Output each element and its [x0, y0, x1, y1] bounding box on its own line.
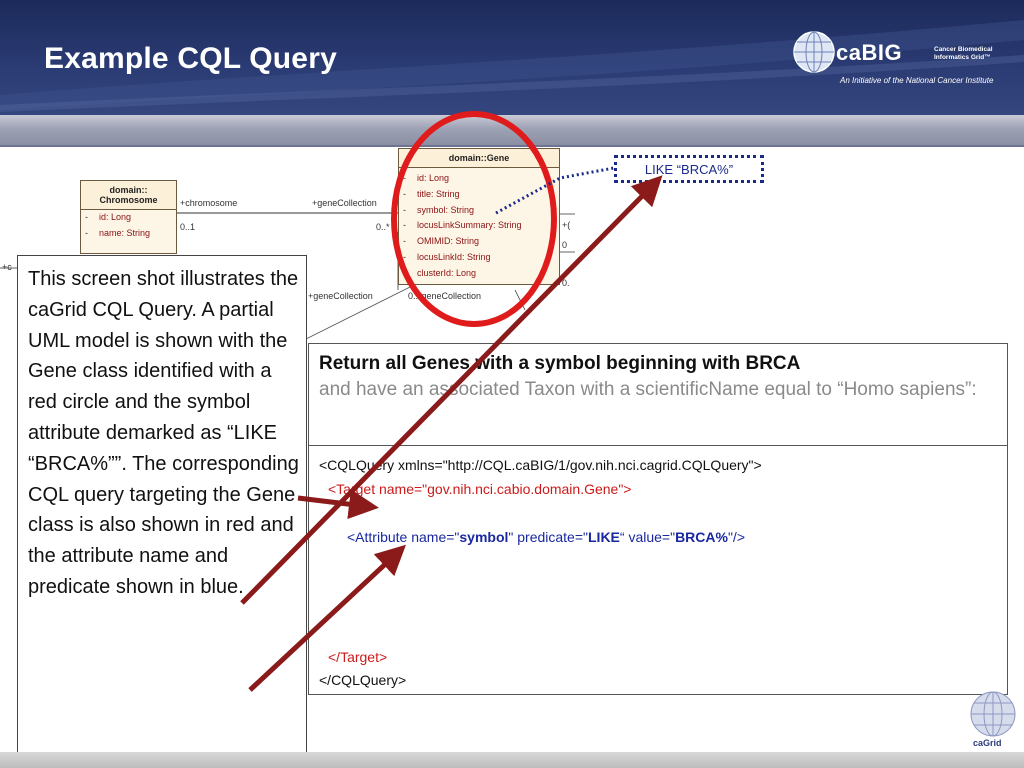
uml-attribute-text: title: String	[417, 188, 460, 199]
cql-query-panel: Return all Genes with a symbol beginning…	[308, 343, 1008, 695]
uml-class-gene: domain::Gene - id: Long - title: String -s…	[398, 148, 560, 285]
uml-class-chromosome: domain:: Chromosome - id: Long - name: Str…	[80, 180, 177, 254]
slide-footer	[0, 752, 1024, 768]
query-heading-bold: Return all Genes with a symbol beginning…	[319, 353, 801, 374]
cql-attribute-end: "/>	[727, 529, 745, 545]
uml-attribute-text: clusterId: Long	[417, 267, 477, 278]
uml-role-cut-right: +(	[562, 220, 571, 230]
uml-chromosome-attribute: - id: Long	[85, 212, 132, 222]
uml-gene-attribute: - id: Long	[403, 173, 450, 183]
uml-role-gene-collection-bottom: 0..*geneCollection	[408, 291, 482, 301]
uml-attribute-text: id: Long	[99, 212, 132, 222]
cql-attribute-value: BRCA%	[675, 529, 728, 545]
uml-gene-attribute: - title: String	[403, 188, 460, 199]
uml-multiplicity: 0..1	[180, 222, 196, 232]
cagrid-globe-icon	[970, 691, 1016, 737]
uml-attribute-text: symbol: String	[417, 204, 475, 215]
uml-chromosome-header-line2: Chromosome	[99, 195, 158, 205]
cabig-tagline-line2: Informatics Grid™	[934, 54, 991, 61]
uml-multiplicity-cut: 0	[562, 240, 568, 250]
uml-role-gene-collection: +geneCollection	[312, 198, 377, 208]
cabig-tagline: Cancer Biomedical Informatics Grid™	[934, 46, 1004, 62]
uml-gene-attribute-symbol: - symbol: String	[403, 204, 475, 215]
cql-target-close-tag: </Target>	[328, 649, 388, 665]
header-band	[0, 115, 1024, 145]
uml-role-cut-left: +c	[2, 262, 12, 272]
cql-attribute-predicate: LIKE	[588, 529, 620, 545]
uml-attribute-text: name: String	[99, 227, 151, 238]
uml-multiplicity-cut: 0.	[562, 278, 570, 288]
cabig-tagline-line1: Cancer Biomedical	[934, 46, 993, 53]
cagrid-logo-text: caGrid	[973, 738, 1002, 748]
cabig-logo-text: caBIG	[836, 40, 903, 65]
nci-initiative-text: An Initiative of the National Cancer Ins…	[840, 76, 994, 85]
uml-multiplicity: 0..*	[376, 222, 390, 232]
uml-gene-attribute: - locusLinkSummary: String	[403, 220, 522, 231]
uml-attribute-text: locusLinkId: String	[417, 251, 491, 262]
uml-chromosome-header-line1: domain::	[109, 185, 148, 195]
uml-attribute-text: OMIMID: String	[417, 236, 480, 247]
cabig-globe-icon	[793, 31, 835, 73]
uml-attribute-text: locusLinkSummary: String	[417, 220, 522, 231]
cql-attribute-tag: <Attribute name="symbol" predicate="LIKE…	[347, 529, 745, 545]
like-annotation-text: LIKE “BRCA%”	[644, 161, 734, 177]
cql-attribute-name: symbol	[459, 529, 509, 545]
uml-role-gene-collection-left: +geneCollection	[308, 291, 373, 301]
cql-close-tag: </CQLQuery>	[319, 672, 407, 688]
query-description: Return all Genes with a symbol beginning…	[309, 344, 1007, 446]
uml-chromosome-header: domain:: Chromosome	[81, 181, 176, 210]
header-band-line	[0, 145, 1024, 147]
uml-gene-attribute: - OMIMID: String	[403, 236, 480, 247]
uml-gene-header: domain::Gene	[399, 149, 559, 168]
like-annotation-box: LIKE “BRCA%”	[614, 155, 764, 183]
uml-gene-attribute: - locusLinkId: String	[403, 251, 491, 262]
query-heading-gray: and have an associated Taxon with a scie…	[319, 379, 977, 400]
cql-target-tag: <Target name="gov.nih.nci.cabio.domain.G…	[328, 481, 632, 497]
cql-attribute-mid: " predicate="	[508, 529, 588, 545]
uml-role-chromosome: +chromosome	[180, 198, 238, 208]
cql-attribute-prefix: <Attribute name="	[347, 529, 460, 545]
description-textbox: This screen shot illustrates the caGrid …	[17, 255, 307, 758]
uml-gene-attribute: - clusterId: Long	[403, 267, 477, 278]
cql-attribute-mid2: “ value="	[619, 529, 676, 545]
uml-attribute-text: id: Long	[417, 173, 450, 183]
cql-open-tag: <CQLQuery xmlns="http://CQL.caBIG/1/gov.…	[319, 457, 762, 473]
slide-title: Example CQL Query	[44, 42, 337, 75]
uml-chromosome-attribute: - name: String	[85, 227, 151, 238]
